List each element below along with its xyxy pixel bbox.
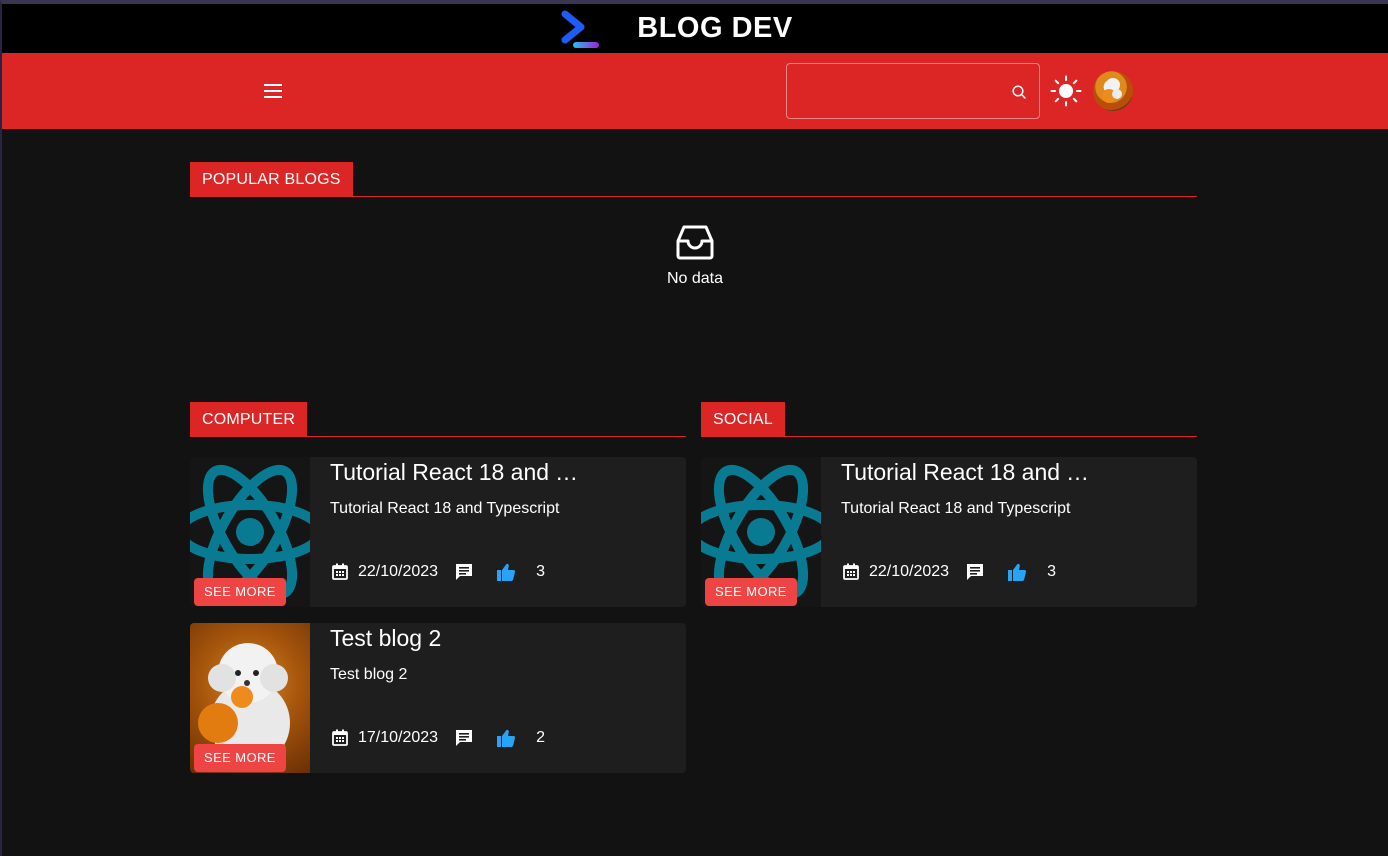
blog-thumbnail-react[interactable]: SEE MORE (190, 457, 310, 607)
blog-meta: 17/10/2023 2 (330, 727, 545, 749)
search-input[interactable] (787, 64, 997, 118)
social-tag[interactable]: SOCIAL (701, 402, 785, 437)
brand-title[interactable]: BLOG DEV (637, 12, 792, 45)
like-count: 2 (536, 729, 545, 746)
blog-date: 22/10/2023 (358, 563, 439, 580)
popular-blogs-header: POPULAR BLOGS (190, 162, 1197, 197)
calendar-icon (843, 563, 859, 580)
empty-state: No data (192, 222, 1198, 288)
comment-icon[interactable] (965, 562, 985, 582)
blog-title[interactable]: Tutorial React 18 and Typescript (330, 459, 580, 486)
blog-meta: 22/10/2023 3 (841, 561, 1056, 583)
blog-meta: 22/10/2023 3 (330, 561, 545, 583)
popular-blogs-tag: POPULAR BLOGS (190, 162, 353, 197)
blog-card: SEE MORE Tutorial React 18 and Typescrip… (190, 457, 686, 607)
see-more-button[interactable]: SEE MORE (194, 744, 286, 772)
blog-title[interactable]: Tutorial React 18 and Typescript (841, 459, 1091, 486)
thumbs-up-icon[interactable] (1007, 562, 1027, 582)
blog-thumbnail-react[interactable]: SEE MORE (701, 457, 821, 607)
blog-card: SEE MORE Test blog 2 Test blog 2 17/10/2… (190, 623, 686, 773)
see-more-button[interactable]: SEE MORE (194, 578, 286, 606)
thumbs-up-icon[interactable] (496, 728, 516, 748)
calendar-icon (332, 729, 348, 746)
computer-tag[interactable]: COMPUTER (190, 402, 308, 437)
blog-date: 17/10/2023 (358, 729, 439, 746)
sun-icon[interactable] (1050, 75, 1082, 107)
search-icon[interactable] (1011, 84, 1027, 100)
social-section-header: SOCIAL (701, 402, 1197, 437)
search-box (786, 63, 1040, 119)
blog-description: Test blog 2 (330, 666, 408, 683)
empty-text: No data (666, 270, 724, 287)
comment-icon[interactable] (454, 728, 474, 748)
comment-icon[interactable] (454, 562, 474, 582)
see-more-button[interactable]: SEE MORE (705, 578, 797, 606)
like-count: 3 (536, 563, 545, 580)
avatar-image (1102, 78, 1122, 103)
blog-description: Tutorial React 18 and Typescript (841, 500, 1071, 517)
brand-bar: BLOG DEV (2, 4, 1388, 53)
calendar-icon (332, 563, 348, 580)
inbox-icon (676, 225, 714, 260)
terminal-prompt-logo-icon[interactable] (559, 9, 603, 49)
thumbs-up-icon[interactable] (496, 562, 516, 582)
computer-section-header: COMPUTER (190, 402, 686, 437)
blog-description: Tutorial React 18 and Typescript (330, 500, 560, 517)
blog-title[interactable]: Test blog 2 (330, 625, 580, 652)
blog-thumbnail-dog[interactable]: SEE MORE (190, 623, 310, 773)
blog-card: SEE MORE Tutorial React 18 and Typescrip… (701, 457, 1197, 607)
blog-date: 22/10/2023 (869, 563, 950, 580)
like-count: 3 (1047, 563, 1056, 580)
top-navbar (2, 53, 1388, 129)
hamburger-menu-icon[interactable] (260, 79, 286, 103)
user-avatar[interactable] (1093, 71, 1133, 111)
